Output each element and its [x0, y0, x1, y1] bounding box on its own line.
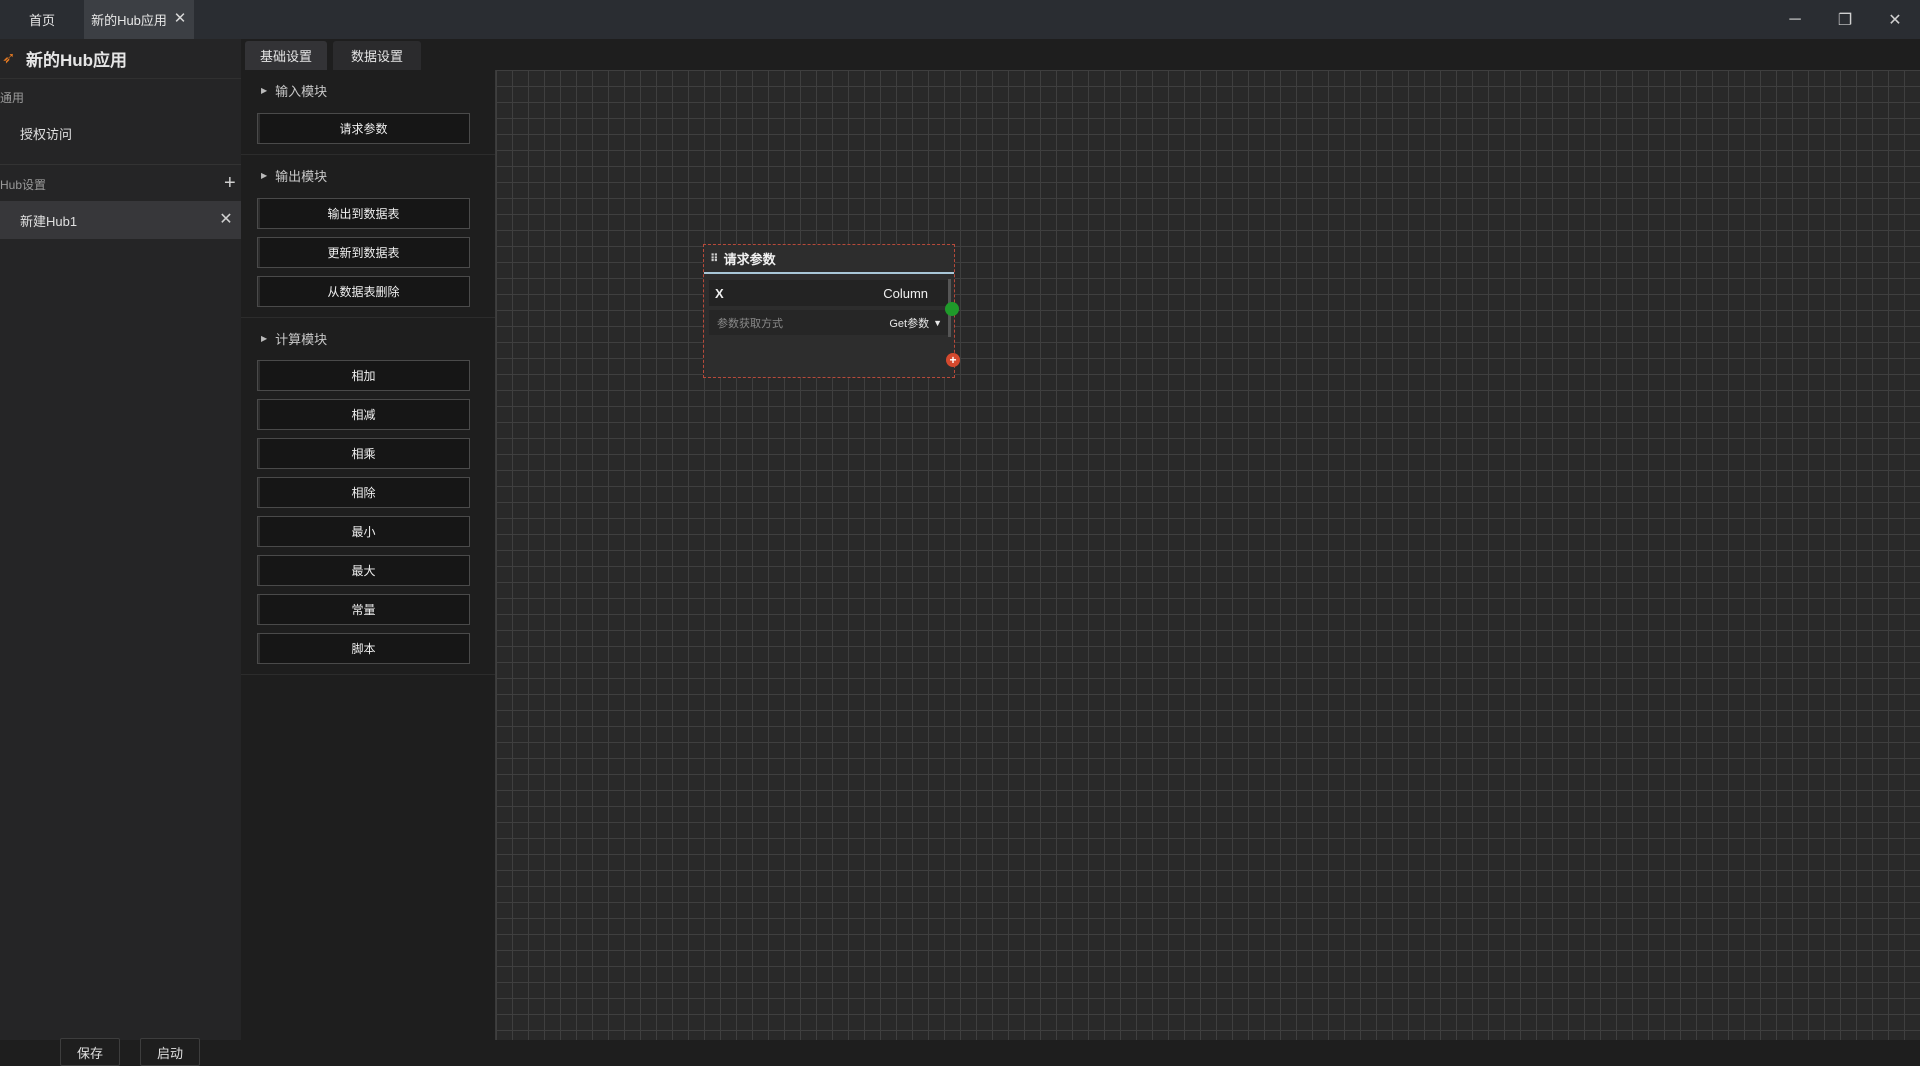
- module-add[interactable]: 相加: [257, 360, 470, 391]
- add-port-button[interactable]: +: [946, 353, 960, 367]
- tab-new-hub-app-label: 新的Hub应用: [91, 13, 167, 28]
- triangle-right-icon: ▶: [261, 333, 268, 343]
- divider: [241, 154, 495, 155]
- module-script[interactable]: 脚本: [257, 633, 470, 664]
- module-request-params[interactable]: 请求参数: [257, 113, 470, 144]
- node-field-row[interactable]: X Column: [709, 280, 948, 306]
- group-header-compute[interactable]: ▶ 计算模块: [241, 328, 495, 348]
- module-multiply[interactable]: 相乘: [257, 438, 470, 469]
- triangle-right-icon: ▶: [261, 170, 268, 180]
- plus-icon[interactable]: +: [224, 173, 236, 193]
- close-window-button[interactable]: ✕: [1870, 0, 1920, 39]
- node-param-row: 参数获取方式 Get参数 ▼: [709, 310, 948, 335]
- panel-tabs: 基础设置 数据设置: [241, 39, 495, 70]
- start-button[interactable]: 启动: [140, 1038, 200, 1066]
- chevron-down-icon: ▼: [933, 317, 942, 328]
- section-hub-settings: Hub设置: [0, 178, 47, 192]
- restore-icon: ❐: [1837, 11, 1853, 29]
- group-title: 计算模块: [275, 331, 328, 347]
- group-header-output[interactable]: ▶ 输出模块: [241, 165, 495, 185]
- tab-label: 数据设置: [350, 49, 403, 64]
- tab-home-label: 首页: [28, 13, 55, 28]
- rocket-icon: ➶: [2, 49, 16, 67]
- tab-home[interactable]: 首页: [0, 0, 84, 39]
- output-port[interactable]: [945, 302, 959, 316]
- node-title: 请求参数: [723, 252, 776, 267]
- tab-label: 基础设置: [259, 49, 312, 64]
- node-header[interactable]: ⠿ 请求参数: [704, 245, 954, 274]
- module-panel: 基础设置 数据设置 ▶ 输入模块 请求参数 ▶ 输出模块 输出到数据表 更新到数…: [241, 39, 495, 1040]
- close-icon: ✕: [1888, 11, 1902, 29]
- minimize-icon: ─: [1789, 10, 1801, 28]
- module-output-to-table[interactable]: 输出到数据表: [257, 198, 470, 229]
- flow-canvas[interactable]: [495, 70, 1920, 1040]
- section-general: 通用: [0, 91, 25, 105]
- tab-new-hub-app[interactable]: 新的Hub应用 ✕: [84, 0, 194, 39]
- minimize-button[interactable]: ─: [1770, 0, 1820, 39]
- module-subtract[interactable]: 相减: [257, 399, 470, 430]
- module-delete-from-table[interactable]: 从数据表删除: [257, 276, 470, 307]
- triangle-right-icon: ▶: [261, 85, 268, 95]
- field-name: X: [715, 285, 724, 301]
- maximize-button[interactable]: ❐: [1820, 0, 1870, 39]
- module-divide[interactable]: 相除: [257, 477, 470, 508]
- sidebar: ➶ 新的Hub应用 通用 授权访问 Hub设置 + 新建Hub1 ✕ 保存 启动: [0, 39, 241, 1066]
- tab-data-settings[interactable]: 数据设置: [333, 41, 421, 70]
- divider: [241, 317, 495, 318]
- sidebar-item-label: 授权访问: [20, 126, 73, 142]
- close-icon[interactable]: ✕: [217, 211, 235, 229]
- module-update-to-table[interactable]: 更新到数据表: [257, 237, 470, 268]
- module-constant[interactable]: 常量: [257, 594, 470, 625]
- title-bar: 首页 新的Hub应用 ✕ ─ ❐ ✕: [0, 0, 1920, 39]
- group-title: 输出模块: [275, 168, 328, 184]
- app-title: ➶ 新的Hub应用: [0, 39, 241, 79]
- save-button[interactable]: 保存: [60, 1038, 120, 1066]
- sidebar-item-hub1[interactable]: 新建Hub1 ✕: [0, 201, 241, 239]
- canvas-top-strip: [495, 39, 1920, 70]
- param-method-select[interactable]: Get参数 ▼: [889, 315, 942, 331]
- param-method-field[interactable]: 参数获取方式: [717, 315, 783, 331]
- divider: [241, 674, 495, 675]
- module-min[interactable]: 最小: [257, 516, 470, 547]
- divider: [0, 164, 241, 165]
- module-max[interactable]: 最大: [257, 555, 470, 586]
- sidebar-item-authorized-access[interactable]: 授权访问: [0, 114, 241, 152]
- drag-handle-icon[interactable]: ⠿: [710, 252, 719, 265]
- close-icon[interactable]: ✕: [172, 11, 188, 27]
- group-title: 输入模块: [275, 83, 328, 99]
- node-request-params[interactable]: ⠿ 请求参数 X Column 参数获取方式 Get参数 ▼: [703, 244, 955, 378]
- app-title-text: 新的Hub应用: [26, 51, 128, 70]
- sidebar-item-label: 新建Hub1: [20, 213, 78, 229]
- param-method-value: Get参数: [889, 317, 930, 330]
- tab-basic-settings[interactable]: 基础设置: [245, 41, 327, 70]
- field-type: Column: [883, 285, 928, 301]
- group-header-input[interactable]: ▶ 输入模块: [241, 80, 495, 100]
